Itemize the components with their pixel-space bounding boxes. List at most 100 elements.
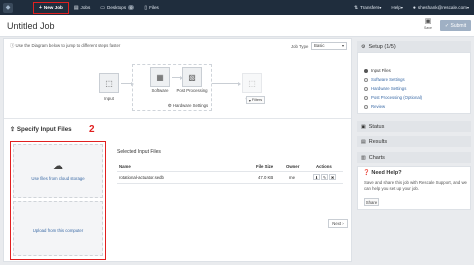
hardware-settings-text[interactable]: Hardware Settings [173,103,208,108]
upload-icon: ⇪ [10,126,17,133]
need-help-text: Need Help? [371,170,402,176]
diagram-node-software[interactable]: ▦ [150,67,170,87]
annotation-marker-2: 2 [89,124,95,135]
step-review[interactable]: Review [364,104,385,109]
nav-transfers-label: Transfers [360,5,380,10]
step-dot-icon [364,86,368,91]
diagram-node-input[interactable]: ⬚ [99,73,119,93]
job-type-label: Job Type [291,44,309,49]
filters-button[interactable]: ▾ Filters [246,96,265,104]
step-dot-icon [364,104,368,109]
help-description: Save and share this job with Rescale Sup… [364,180,467,191]
step-post-processing[interactable]: Post Processing (Optional) [364,95,422,100]
upload-computer-option[interactable]: Upload from this computer [13,201,103,256]
column-name[interactable]: Name [119,164,131,169]
submit-button[interactable]: ✓ Submit [440,20,471,31]
diagram-arrow [121,81,134,86]
step-label: Hardware Settings [371,86,407,91]
step-dot-icon [364,95,368,100]
diagram-label-post-processing: Post Processing [176,88,208,93]
output-icon: ⬚ [248,78,256,88]
jobs-icon: ▤ [73,4,79,11]
nav-desktops[interactable]: ▭ Desktops 0 [95,0,139,15]
step-hardware-settings[interactable]: Hardware Settings [364,86,406,91]
setup-section-header[interactable]: ⚙ Setup (1/5) [357,41,471,52]
results-icon: ▤ [361,138,366,145]
download-button[interactable]: ⬇ [313,174,320,180]
filters-label: Filters [251,98,263,102]
plus-icon: + [39,4,42,11]
upload-options: ☁ Use files from cloud storage Upload fr… [10,141,106,260]
job-type-select[interactable]: Basic [311,42,347,50]
step-label: Review [371,104,386,109]
nav-help[interactable]: Help [386,0,407,15]
section-divider [4,118,351,119]
save-button[interactable]: ▣ Save [421,18,435,33]
desktops-count-badge: 0 [128,5,135,10]
diagram-hint: ⓘ Use the Diagram below to jump to diffe… [10,43,120,49]
file-name-cell[interactable]: rotational-actuator.sedb [119,175,164,180]
column-actions: Actions [316,164,332,169]
status-label: Status [368,123,385,130]
trash-icon: ✖ [330,174,335,180]
nav-files[interactable]: ▯ Files [139,0,163,15]
share-help-button[interactable]: Share [364,198,379,206]
setup-icon: ⚙ [361,43,366,50]
column-owner[interactable]: Owner [286,164,299,169]
setup-title: Setup (1/5) [368,43,396,50]
nav-jobs[interactable]: ▤ Jobs [69,0,95,15]
next-button[interactable]: Next › [328,219,348,228]
post-processing-icon: ▧ [188,72,196,82]
results-label: Results [368,138,388,145]
pencil-icon: ✎ [322,174,327,180]
step-input-files[interactable]: Input Files [364,68,391,73]
diagram-node-output[interactable]: ⬚ [242,73,262,93]
diagram-node-post-processing[interactable]: ▧ [182,67,202,87]
status-icon: ▣ [361,123,366,130]
specify-input-files-title: ⇪ Specify Input Files [10,126,72,133]
user-menu[interactable]: ● sheshank@rescale.com [408,0,474,15]
diagram-label-hardware: ⚙ Hardware Settings [160,103,216,109]
step-dot-icon [364,68,368,73]
help-panel: ❓ Need Help? Save and share this job wit… [357,166,471,210]
input-icon: ⬚ [105,78,113,88]
step-label: Post Processing (Optional) [371,95,423,100]
selected-input-files-title: Selected Input Files [117,149,161,155]
table-header-divider [117,171,343,172]
column-file-size[interactable]: File Size [256,164,273,169]
edit-button[interactable]: ✎ [321,174,328,180]
job-title[interactable]: Untitled Job [7,21,55,31]
user-email: sheshank@rescale.com [417,5,467,10]
file-icon: ▯ [144,4,148,11]
file-owner-cell: me [289,175,295,180]
new-job-label: New Job [43,5,63,10]
diagram-hint-text: Use the Diagram below to jump to differe… [15,43,121,48]
cloud-storage-option[interactable]: ☁ Use files from cloud storage [13,144,103,198]
save-icon: ▣ [424,18,432,25]
job-header: Untitled Job ▣ Save ✓ Submit [0,15,474,37]
status-section-header[interactable]: ▣ Status [357,121,471,132]
upload-computer-label: Upload from this computer [32,228,84,233]
need-help-title: ❓ Need Help? [363,170,402,176]
diagram-arrow [172,75,183,80]
charts-section-header[interactable]: ▥ Charts [357,152,471,163]
charts-label: Charts [368,154,385,161]
setup-steps-panel: Input Files Software Settings Hardware S… [357,52,471,114]
main-panel: ⓘ Use the Diagram below to jump to diffe… [3,38,352,262]
results-section-header[interactable]: ▤ Results [357,136,471,147]
step-label: Software Settings [371,77,405,82]
rescale-logo[interactable]: ◆ [3,2,13,13]
new-job-button[interactable]: + New Job [33,1,69,14]
top-navbar: ◆ + New Job ▤ Jobs ▭ Desktops 0 ▯ Files … [0,0,474,15]
nav-help-label: Help [391,5,401,10]
sidebar: ⚙ Setup (1/5) Input Files Software Setti… [357,38,471,262]
nav-files-label: Files [149,5,159,10]
step-software-settings[interactable]: Software Settings [364,77,405,82]
file-size-cell: 47.0 KB [258,175,274,180]
delete-button[interactable]: ✖ [329,174,336,180]
step-dot-icon [364,77,368,82]
software-icon: ▦ [156,72,164,82]
user-icon: ● [412,4,416,11]
nav-transfers[interactable]: ⇅ Transfers [349,0,386,15]
cloud-icon: ☁ [53,161,63,172]
